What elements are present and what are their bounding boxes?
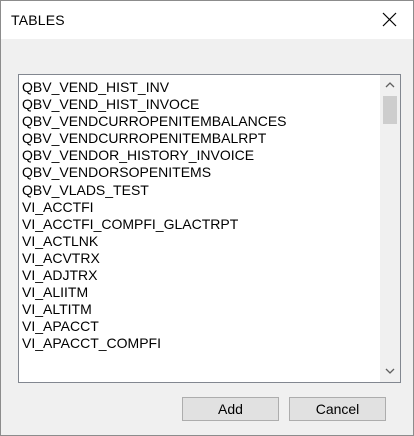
list-item[interactable]: VI_ADJTRX xyxy=(19,267,380,284)
add-button[interactable]: Add xyxy=(182,397,279,421)
list-item[interactable]: QBV_VLADS_TEST xyxy=(19,182,380,199)
title-bar[interactable]: TABLES xyxy=(1,1,413,39)
list-item[interactable]: VI_APACCT xyxy=(19,318,380,335)
list-item[interactable]: VI_ACCTFI_COMPFI_GLACTRPT xyxy=(19,216,380,233)
tables-listbox[interactable]: QBV_VEND_HIST_INV QBV_VEND_HIST_INVOCE QBV… xyxy=(18,74,401,383)
list-item[interactable]: VI_ACCTFI xyxy=(19,199,380,216)
chevron-up-icon xyxy=(385,82,395,88)
list-item[interactable]: QBV_VENDCURROPENITEMBALRPT xyxy=(19,130,380,147)
scroll-thumb[interactable] xyxy=(383,96,397,124)
list-item[interactable]: QBV_VEND_HIST_INV xyxy=(19,79,380,96)
dialog-title: TABLES xyxy=(11,12,65,28)
list-item[interactable]: QBV_VEND_HIST_INVOCE xyxy=(19,96,380,113)
list-item[interactable]: QBV_VENDCURROPENITEMBALANCES xyxy=(19,113,380,130)
vertical-scrollbar[interactable] xyxy=(380,75,400,382)
list-item[interactable]: QBV_VENDOR_HISTORY_INVOICE xyxy=(19,147,380,164)
list-item[interactable]: VI_APACCT_COMPFI xyxy=(19,335,380,352)
cancel-button[interactable]: Cancel xyxy=(289,397,386,421)
tables-dialog: TABLES QBV_VEND_HIST_INV QBV_VEND_HIST_IN… xyxy=(0,0,414,436)
list-item[interactable]: QBV_VENDORSOPENITEMS xyxy=(19,164,380,181)
scroll-up-button[interactable] xyxy=(380,75,400,95)
list-item[interactable]: VI_ALTITM xyxy=(19,301,380,318)
close-button[interactable] xyxy=(367,1,413,39)
list-item[interactable]: VI_ACVTRX xyxy=(19,250,380,267)
list-item[interactable]: VI_ALIITM xyxy=(19,284,380,301)
close-icon xyxy=(382,12,397,27)
scroll-down-button[interactable] xyxy=(380,362,400,382)
list-item[interactable]: VI_ACTLNK xyxy=(19,233,380,250)
chevron-down-icon xyxy=(385,368,395,374)
tables-list[interactable]: QBV_VEND_HIST_INV QBV_VEND_HIST_INVOCE QBV… xyxy=(19,75,380,382)
